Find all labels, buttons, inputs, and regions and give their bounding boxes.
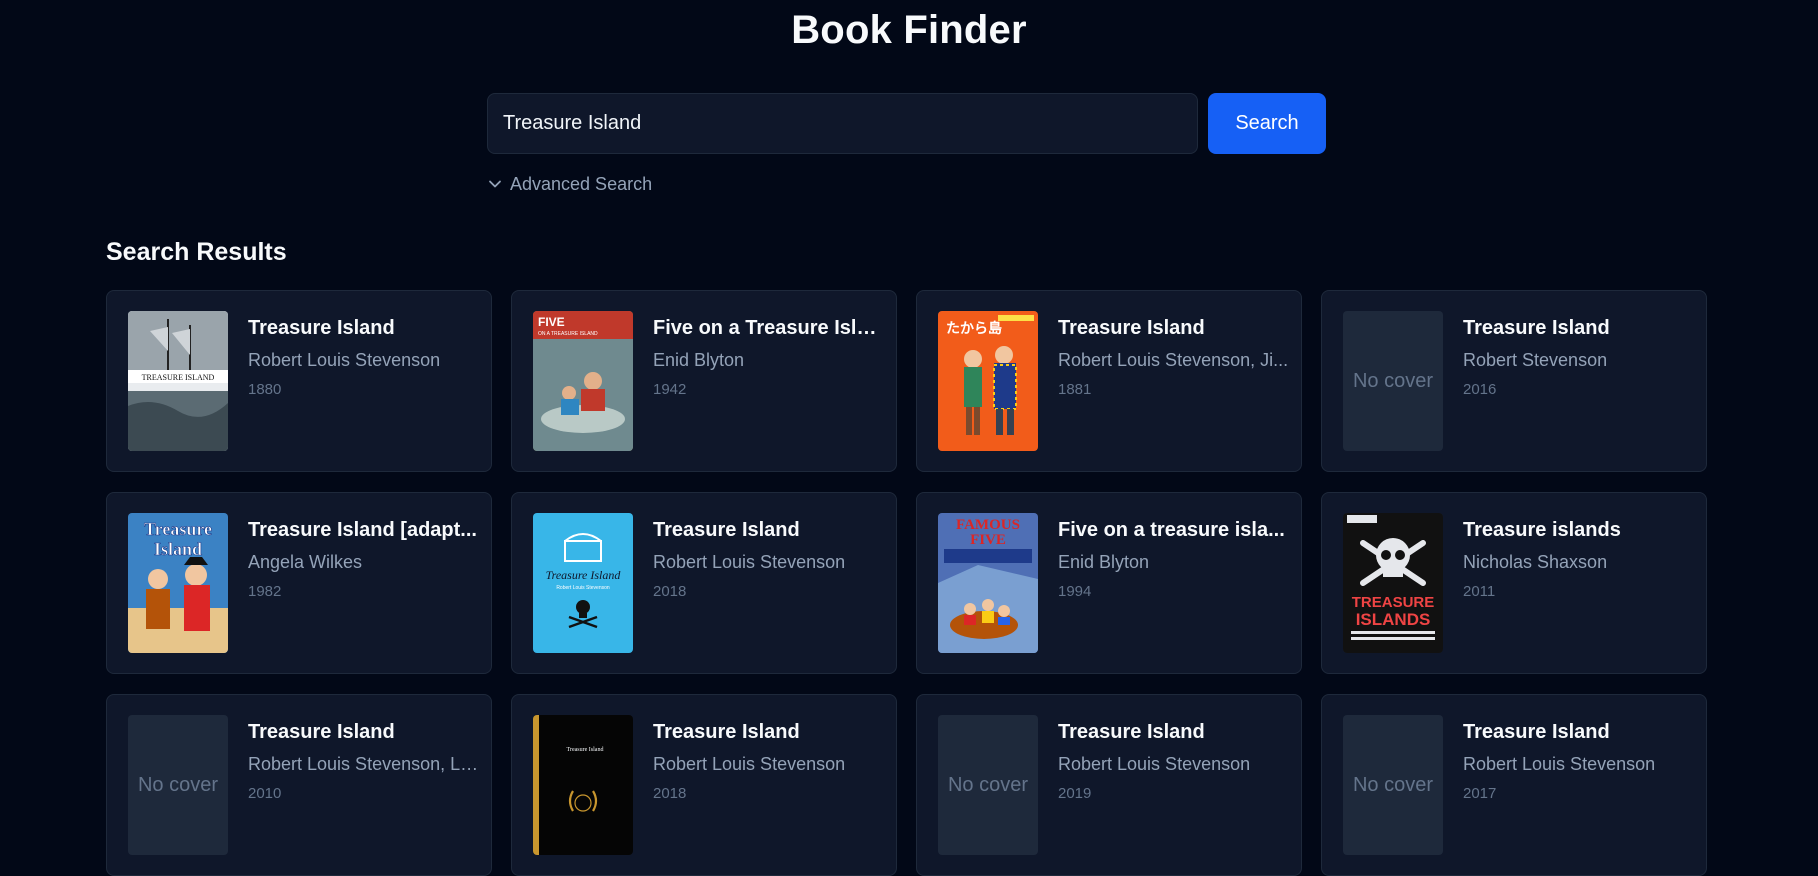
book-card[interactable]: No cover Treasure Island Robert Louis Stev… bbox=[106, 694, 492, 876]
book-info: Treasure Island Robert Louis Stevenson 201… bbox=[1463, 719, 1695, 804]
book-card[interactable]: No cover Treasure Island Robert Louis Stev… bbox=[916, 694, 1302, 876]
no-cover-label: No cover bbox=[1352, 773, 1434, 796]
book-author: Robert Louis Stevenson, Ji... bbox=[1058, 350, 1289, 370]
book-title: Treasure Island bbox=[653, 519, 800, 541]
book-year: 1942 bbox=[653, 381, 687, 398]
book-info: Treasure Island Robert Louis Stevenson, L… bbox=[248, 719, 480, 804]
book-title: Treasure Island bbox=[1463, 721, 1610, 743]
no-cover-label: No cover bbox=[137, 773, 219, 796]
book-year: 1881 bbox=[1058, 381, 1092, 398]
svg-text:Robert Louis Stevenson: Robert Louis Stevenson bbox=[556, 585, 610, 591]
book-title: Five on a Treasure Island bbox=[653, 317, 885, 339]
book-year: 2016 bbox=[1463, 381, 1497, 398]
book-title: Treasure Island bbox=[1058, 721, 1205, 743]
book-year: 1880 bbox=[248, 381, 282, 398]
book-author: Nicholas Shaxson bbox=[1463, 552, 1608, 572]
book-title: Treasure islands bbox=[1463, 519, 1621, 541]
svg-text:TREASURE: TREASURE bbox=[1352, 594, 1435, 611]
book-year: 2017 bbox=[1463, 785, 1497, 802]
search-button[interactable]: Search bbox=[1208, 93, 1326, 154]
book-info: Treasure Island Robert Louis Stevenson 201… bbox=[653, 517, 885, 602]
book-card[interactable]: No cover Treasure Island Robert Louis Stev… bbox=[1321, 694, 1707, 876]
book-title: Treasure Island bbox=[1463, 317, 1610, 339]
book-author: Robert Louis Stevenson, Lo... bbox=[248, 754, 480, 774]
svg-text:TREASURE ISLAND: TREASURE ISLAND bbox=[142, 373, 215, 382]
book-author: Angela Wilkes bbox=[248, 552, 363, 572]
page-title: Book Finder bbox=[791, 8, 1027, 52]
advanced-search-label: Advanced Search bbox=[510, 173, 653, 194]
book-year: 2018 bbox=[653, 785, 687, 802]
book-info: Five on a treasure isla... Enid Blyton 199… bbox=[1058, 517, 1290, 602]
results-grid: TREASURE ISLAND Treasure Island Robert Lo… bbox=[106, 290, 1708, 876]
book-year: 1994 bbox=[1058, 583, 1092, 600]
book-info: Five on a Treasure Island Enid Blyton 1942 bbox=[653, 315, 885, 400]
book-card[interactable]: TREASURE ISLANDS Treasure islands Nichola… bbox=[1321, 492, 1707, 674]
svg-text:FIVE: FIVE bbox=[538, 315, 565, 329]
book-card[interactable]: Treasure Island Robert Louis Stevenson T… bbox=[511, 492, 897, 674]
book-author: Robert Louis Stevenson bbox=[1463, 754, 1656, 774]
book-info: Treasure Island Robert Louis Stevenson 201… bbox=[1058, 719, 1290, 804]
book-cover-placeholder: No cover bbox=[1343, 715, 1443, 855]
book-year: 2018 bbox=[653, 583, 687, 600]
book-title: Treasure Island bbox=[248, 317, 395, 339]
book-info: Treasure Island Robert Louis Stevenson 201… bbox=[653, 719, 885, 804]
book-year: 2019 bbox=[1058, 785, 1092, 802]
book-info: Treasure Island Robert Stevenson 2016 bbox=[1463, 315, 1695, 400]
book-title: Treasure Island [adapt... bbox=[248, 519, 477, 541]
svg-text:Treasure: Treasure bbox=[144, 519, 212, 539]
book-cover-image: FIVE ON A TREASURE ISLAND bbox=[533, 311, 633, 451]
book-author: Robert Louis Stevenson bbox=[248, 350, 441, 370]
book-cover-image: Treasure Island Robert Louis Stevenson bbox=[533, 513, 633, 653]
book-cover-placeholder: No cover bbox=[1343, 311, 1443, 451]
book-title: Treasure Island bbox=[248, 721, 395, 743]
book-title: Treasure Island bbox=[1058, 317, 1205, 339]
book-cover-image: たから島 bbox=[938, 311, 1038, 451]
advanced-search-toggle[interactable]: Advanced Search bbox=[487, 171, 652, 197]
book-info: Treasure Island [adapt... Angela Wilkes 19… bbox=[248, 517, 480, 602]
svg-text:Treasure Island: Treasure Island bbox=[546, 568, 622, 582]
book-author: Robert Louis Stevenson bbox=[653, 552, 846, 572]
book-card[interactable]: たから島 Treasure Island Robert Louis Stevens… bbox=[916, 290, 1302, 472]
book-title: Treasure Island bbox=[653, 721, 800, 743]
svg-text:Island: Island bbox=[154, 539, 202, 559]
book-author: Robert Stevenson bbox=[1463, 350, 1608, 370]
search-input[interactable] bbox=[487, 93, 1198, 154]
book-info: Treasure islands Nicholas Shaxson 2011 bbox=[1463, 517, 1695, 602]
book-title: Five on a treasure isla... bbox=[1058, 519, 1285, 541]
book-info: Treasure Island Robert Louis Stevenson, J… bbox=[1058, 315, 1290, 400]
book-year: 2011 bbox=[1463, 583, 1496, 600]
svg-text:ON A TREASURE ISLAND: ON A TREASURE ISLAND bbox=[538, 331, 598, 337]
svg-text:Treasure Island: Treasure Island bbox=[567, 747, 604, 753]
svg-text:ISLANDS: ISLANDS bbox=[1356, 610, 1431, 629]
svg-text:FIVE: FIVE bbox=[970, 532, 1006, 548]
no-cover-label: No cover bbox=[947, 773, 1029, 796]
book-card[interactable]: Treasure Island Treasure Island Robert Lo… bbox=[511, 694, 897, 876]
book-year: 1982 bbox=[248, 583, 282, 600]
svg-text:FAMOUS: FAMOUS bbox=[956, 517, 1020, 533]
book-card[interactable]: FAMOUS FIVE Five on a treasure isla... En… bbox=[916, 492, 1302, 674]
no-cover-label: No cover bbox=[1352, 369, 1434, 392]
book-year: 2010 bbox=[248, 785, 282, 802]
book-cover-image: TREASURE ISLANDS bbox=[1343, 513, 1443, 653]
book-author: Enid Blyton bbox=[653, 350, 745, 370]
book-author: Robert Louis Stevenson bbox=[1058, 754, 1251, 774]
book-author: Enid Blyton bbox=[1058, 552, 1150, 572]
book-cover-image: Treasure Island bbox=[128, 513, 228, 653]
chevron-down-icon bbox=[487, 176, 503, 192]
book-card[interactable]: Treasure Island Treasure Island [adapt..… bbox=[106, 492, 492, 674]
book-cover-image: TREASURE ISLAND bbox=[128, 311, 228, 451]
book-info: Treasure Island Robert Louis Stevenson 188… bbox=[248, 315, 480, 400]
book-cover-placeholder: No cover bbox=[128, 715, 228, 855]
book-cover-image: FAMOUS FIVE bbox=[938, 513, 1038, 653]
book-author: Robert Louis Stevenson bbox=[653, 754, 846, 774]
book-cover-image: Treasure Island bbox=[533, 715, 633, 855]
book-card[interactable]: TREASURE ISLAND Treasure Island Robert Lo… bbox=[106, 290, 492, 472]
results-heading: Search Results bbox=[106, 238, 287, 266]
svg-text:たから島: たから島 bbox=[946, 320, 1002, 337]
book-cover-placeholder: No cover bbox=[938, 715, 1038, 855]
book-card[interactable]: FIVE ON A TREASURE ISLAND Five on a Trea… bbox=[511, 290, 897, 472]
book-card[interactable]: No cover Treasure Island Robert Stevenson 2… bbox=[1321, 290, 1707, 472]
